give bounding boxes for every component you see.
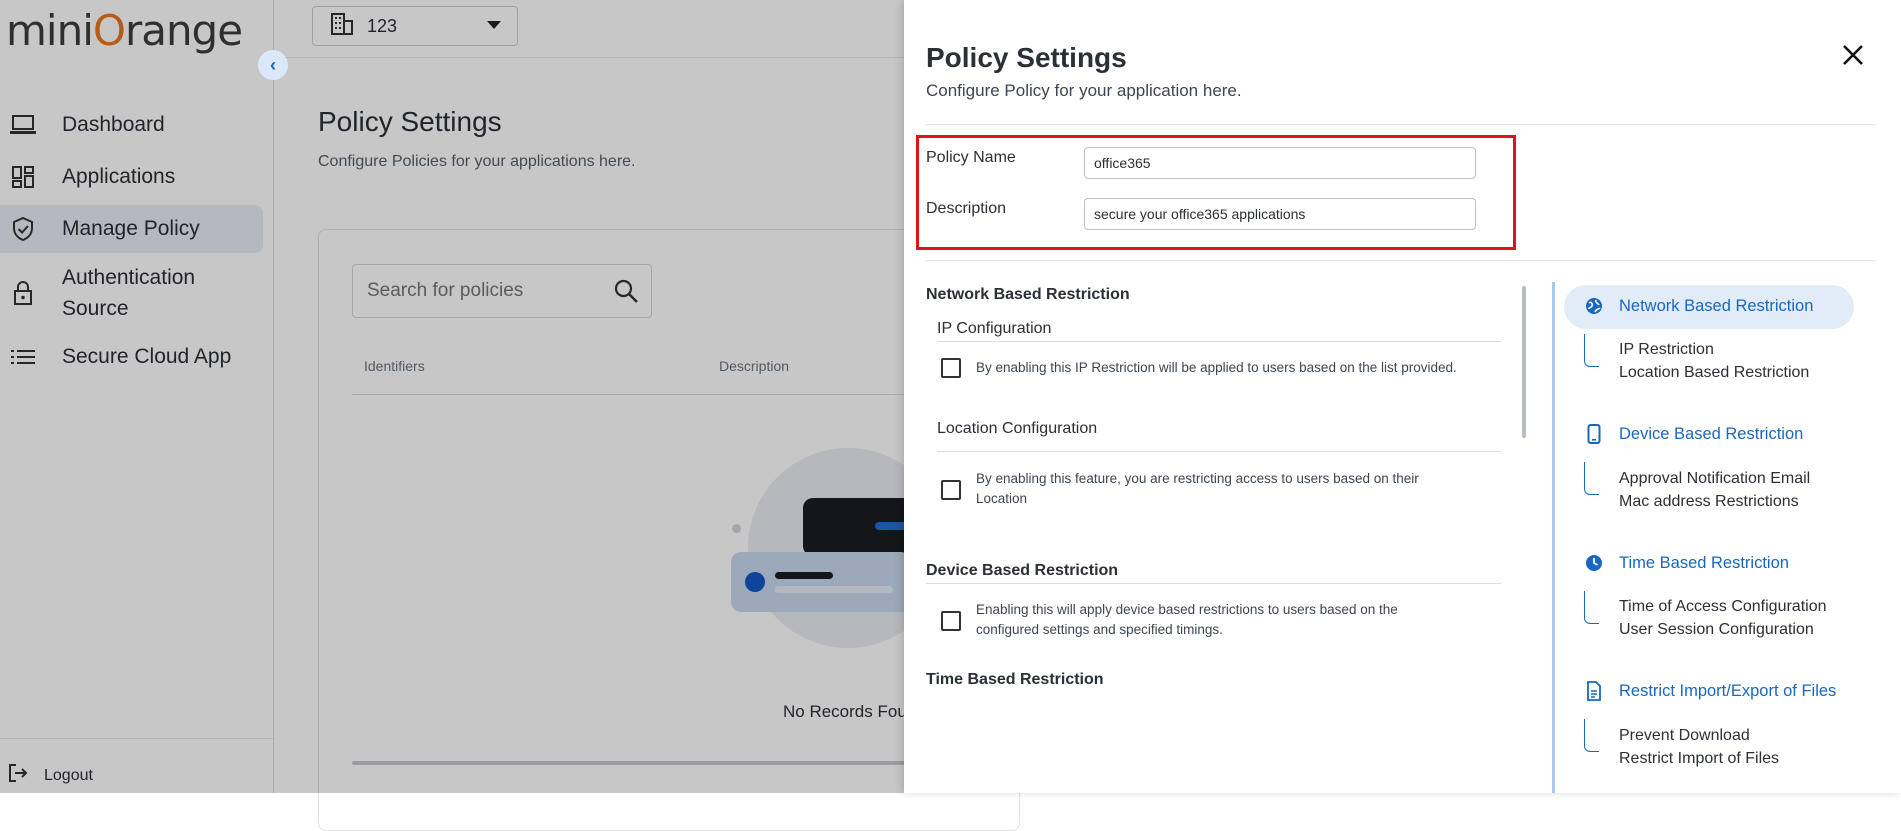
location-config-title: Location Configuration	[937, 420, 1098, 437]
location-restriction-checkbox[interactable]	[941, 480, 961, 500]
nav-label: Time Based Restriction	[1619, 553, 1789, 572]
nav-sub-item[interactable]: Approval Notification Email	[1619, 470, 1810, 488]
ip-config-title: IP Configuration	[937, 320, 1052, 337]
network-section-title: Network Based Restriction	[926, 286, 1130, 303]
device-restriction-checkbox[interactable]	[941, 611, 961, 631]
policy-name-input[interactable]	[1084, 147, 1476, 179]
nav-sub-item[interactable]: Prevent Download	[1619, 727, 1750, 745]
nav-label: Network Based Restriction	[1619, 296, 1814, 315]
chevron-left-icon: ‹	[270, 54, 276, 75]
nav-sub-item[interactable]: User Session Configuration	[1619, 621, 1814, 639]
nav-network-restriction[interactable]: Network Based Restriction	[1584, 296, 1813, 316]
restrictions-pane[interactable]: Network Based Restriction IP Configurati…	[926, 282, 1512, 702]
location-restriction-text: By enabling this feature, you are restri…	[976, 471, 1419, 486]
globe-icon	[1584, 296, 1604, 316]
description-input[interactable]	[1084, 198, 1476, 230]
tree-connector	[1584, 719, 1599, 752]
tree-connector	[1584, 334, 1599, 367]
description-label: Description	[926, 200, 1007, 217]
policy-name-label: Policy Name	[926, 149, 1016, 166]
device-restriction-text: Enabling this will apply device based re…	[976, 602, 1398, 617]
nav-label: Restrict Import/Export of Files	[1619, 681, 1837, 700]
modal-backdrop[interactable]	[0, 0, 904, 793]
location-restriction-text: Location	[976, 491, 1028, 506]
nav-sub-item[interactable]: IP Restriction	[1619, 341, 1714, 359]
tree-connector	[1584, 591, 1599, 624]
tree-connector	[1584, 462, 1599, 495]
close-icon	[1843, 45, 1863, 65]
clock-icon	[1584, 553, 1604, 573]
file-icon	[1584, 681, 1604, 701]
vertical-scrollbar[interactable]	[1522, 286, 1526, 438]
policy-settings-drawer: Policy Settings Configure Policy for you…	[904, 0, 1901, 793]
nav-sub-item[interactable]: Time of Access Configuration	[1619, 598, 1827, 616]
nav-sub-item[interactable]: Restrict Import of Files	[1619, 750, 1779, 768]
nav-time-restriction[interactable]: Time Based Restriction	[1584, 553, 1789, 573]
nav-label: Device Based Restriction	[1619, 424, 1804, 443]
time-section-title: Time Based Restriction	[926, 671, 1104, 688]
collapse-sidebar-button[interactable]: ‹	[258, 50, 288, 80]
divider	[937, 451, 1501, 452]
nav-rail	[1552, 282, 1555, 793]
nav-file-restriction[interactable]: Restrict Import/Export of Files	[1584, 681, 1836, 701]
ip-restriction-text: By enabling this IP Restriction will be …	[976, 360, 1457, 375]
nav-sub-item[interactable]: Mac address Restrictions	[1619, 493, 1799, 511]
divider	[926, 124, 1876, 125]
phone-icon	[1584, 424, 1604, 444]
nav-device-restriction[interactable]: Device Based Restriction	[1584, 424, 1803, 444]
divider	[926, 260, 1876, 261]
nav-sub-item[interactable]: Location Based Restriction	[1619, 364, 1809, 382]
close-button[interactable]	[1838, 40, 1868, 70]
drawer-title: Policy Settings	[926, 42, 1127, 73]
ip-restriction-checkbox[interactable]	[941, 358, 961, 378]
drawer-subtitle: Configure Policy for your application he…	[926, 81, 1242, 100]
section-navigator: Network Based Restriction IP Restriction…	[1550, 282, 1890, 793]
device-restriction-text: configured settings and specified timing…	[976, 622, 1223, 637]
divider	[926, 583, 1501, 584]
device-section-title: Device Based Restriction	[926, 562, 1119, 579]
divider	[937, 341, 1501, 342]
